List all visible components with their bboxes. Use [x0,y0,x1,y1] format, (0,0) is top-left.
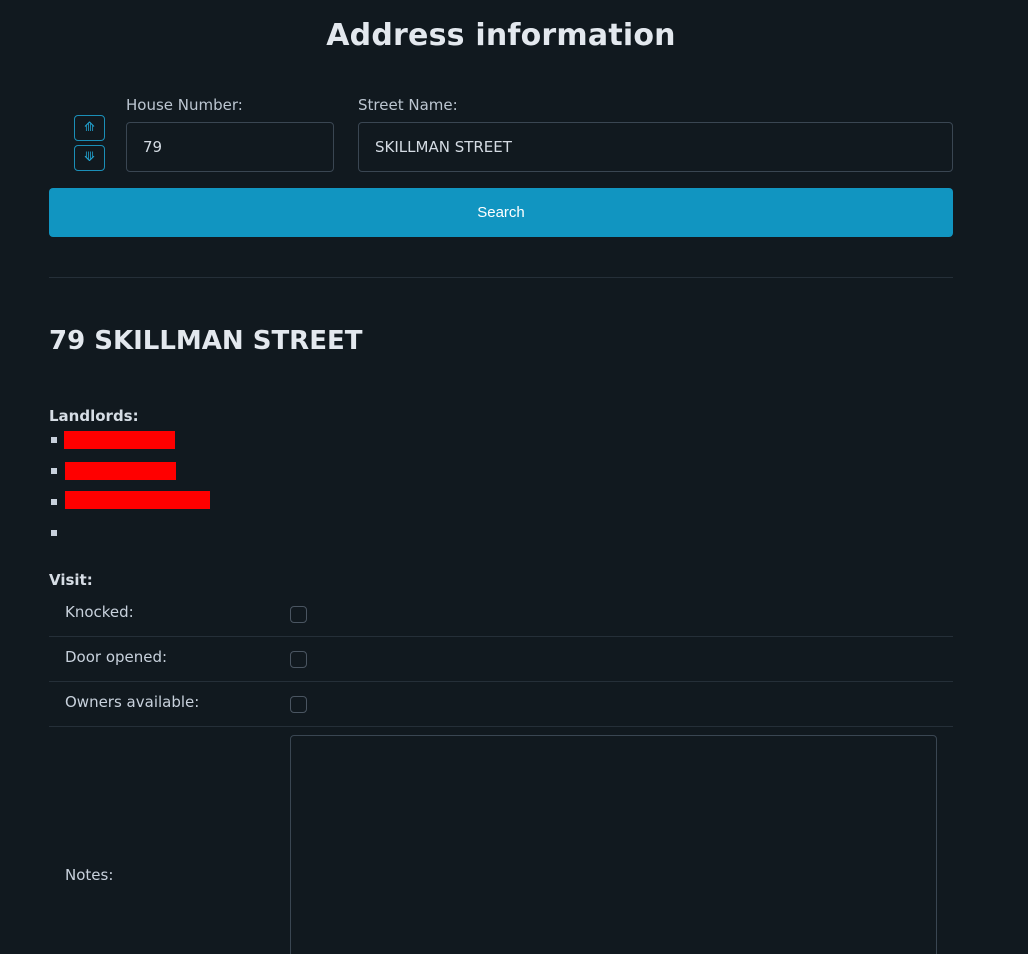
search-button[interactable]: Search [49,188,953,237]
knocked-label: Knocked: [65,603,134,621]
house-number-label: House Number: [126,96,243,114]
row-divider [49,726,953,727]
redacted-landlord [65,462,176,480]
street-name-label: Street Name: [358,96,458,114]
notes-textarea[interactable] [290,735,937,954]
bullet-icon [51,499,57,505]
visit-label: Visit: [49,571,93,589]
decrement-button[interactable]: ⟱ [74,145,105,171]
address-page: Address information ⟰ ⟱ House Number: St… [0,0,1028,954]
address-heading: 79 SKILLMAN STREET [49,326,363,356]
house-number-input[interactable] [126,122,334,172]
street-name-input[interactable] [358,122,953,172]
door-opened-checkbox[interactable] [290,651,307,668]
row-divider [49,681,953,682]
knocked-checkbox[interactable] [290,606,307,623]
bullet-icon [51,468,57,474]
arrow-up-icon: ⟰ [84,120,95,135]
bullet-icon [51,530,57,536]
arrow-down-icon: ⟱ [84,150,95,165]
landlords-label: Landlords: [49,407,139,425]
redacted-landlord [64,431,175,449]
owners-available-label: Owners available: [65,693,200,711]
bullet-icon [51,437,57,443]
page-title: Address information [326,18,676,53]
redacted-landlord [65,491,210,509]
increment-button[interactable]: ⟰ [74,115,105,141]
divider [49,277,953,278]
row-divider [49,636,953,637]
notes-label: Notes: [65,866,114,884]
owners-available-checkbox[interactable] [290,696,307,713]
door-opened-label: Door opened: [65,648,168,666]
